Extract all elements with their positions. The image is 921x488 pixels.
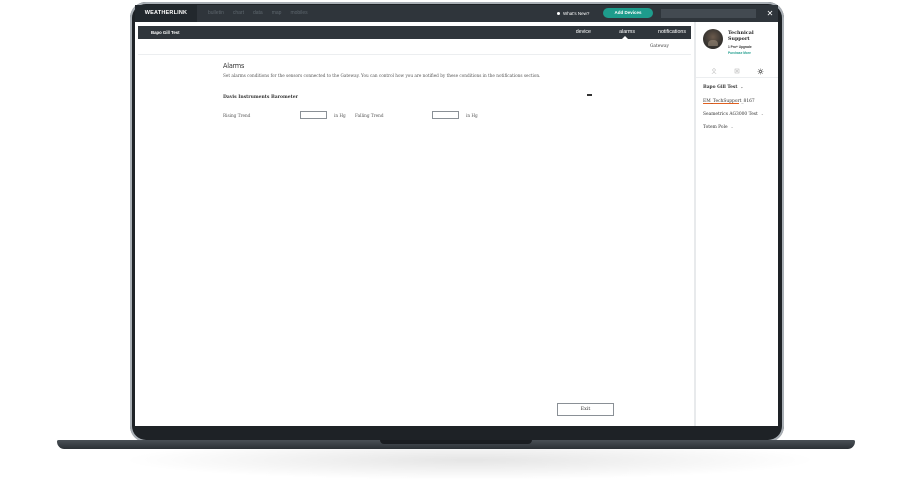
device-label: Seametrics AG3000 Test bbox=[703, 112, 758, 117]
nav-bulletin[interactable]: bulletin bbox=[208, 5, 224, 22]
chevron-down-icon: ⌄ bbox=[740, 85, 744, 89]
whats-new-link[interactable]: What's New? bbox=[557, 5, 589, 22]
main-nav: bulletin chart data map mobiles bbox=[208, 5, 308, 22]
sidebar-tabs bbox=[696, 66, 778, 78]
device-subbar: Bapo Gill Test device alarms notificatio… bbox=[138, 26, 691, 39]
purchase-more-link[interactable]: Purchase More bbox=[728, 51, 751, 55]
device-label: Totem Pole bbox=[703, 125, 728, 130]
rising-trend-label: Rising Trend bbox=[223, 113, 251, 118]
sidebar-tab-station[interactable] bbox=[726, 66, 748, 77]
falling-trend-input[interactable] bbox=[432, 111, 459, 119]
sidebar-device-bapo-gill-test[interactable]: Bapo Gill Test ⌄ bbox=[703, 85, 743, 90]
close-icon[interactable]: ✕ bbox=[764, 5, 776, 22]
divider bbox=[138, 54, 691, 55]
profile-name: Technical Support bbox=[728, 30, 754, 42]
chevron-down-icon: ⌄ bbox=[760, 112, 764, 116]
nav-data[interactable]: data bbox=[253, 5, 263, 22]
app-screen: WEATHERLINK bulletin chart data map mobi… bbox=[135, 5, 778, 426]
top-navigation-bar: WEATHERLINK bulletin chart data map mobi… bbox=[135, 5, 778, 22]
gear-icon bbox=[757, 68, 763, 75]
device-label: Bapo Gill Test bbox=[703, 85, 738, 90]
device-tabs: device alarms notifications bbox=[491, 26, 691, 39]
add-devices-button[interactable]: Add Devices bbox=[603, 8, 653, 18]
search-input[interactable] bbox=[661, 9, 756, 18]
weatherlink-logo[interactable]: WEATHERLINK bbox=[135, 5, 197, 22]
tab-device[interactable]: device bbox=[576, 26, 591, 38]
page-title: Alarms bbox=[223, 61, 245, 70]
collapse-icon[interactable] bbox=[587, 94, 592, 96]
avatar[interactable] bbox=[703, 29, 723, 49]
whats-new-label: What's New? bbox=[563, 11, 590, 16]
gateway-filter[interactable]: Gateway bbox=[650, 44, 669, 49]
nav-map[interactable]: map bbox=[272, 5, 282, 22]
rising-trend-unit: in Hg bbox=[334, 113, 346, 118]
user-icon bbox=[711, 68, 717, 74]
upgrade-status: 1 Pro+ Upgrade bbox=[728, 45, 752, 49]
sensor-title: Davis Instruments Barometer bbox=[223, 95, 298, 100]
rising-trend-input[interactable] bbox=[300, 111, 327, 119]
sidebar-device-totem-pole[interactable]: Totem Pole ⌄ bbox=[703, 125, 734, 130]
device-name: Bapo Gill Test bbox=[151, 30, 180, 35]
sidebar-device-em-techsupport[interactable]: EM_TechSupport_8167 bbox=[703, 99, 755, 104]
active-tab-caret-icon bbox=[622, 36, 628, 39]
divider bbox=[696, 77, 778, 78]
exit-button[interactable]: Exit bbox=[557, 403, 614, 416]
tab-notifications[interactable]: notifications bbox=[658, 26, 686, 38]
falling-trend-unit: in Hg bbox=[466, 113, 478, 118]
nav-mobiles[interactable]: mobiles bbox=[290, 5, 307, 22]
station-icon bbox=[734, 68, 740, 74]
sidebar-device-seametrics[interactable]: Seametrics AG3000 Test ⌄ bbox=[703, 112, 764, 117]
nav-chart[interactable]: chart bbox=[233, 5, 244, 22]
right-sidebar: Technical Support 1 Pro+ Upgrade Purchas… bbox=[696, 22, 778, 426]
info-dot-icon bbox=[557, 12, 560, 16]
page-description: Set alarms conditions for the sensors co… bbox=[223, 73, 541, 78]
laptop-notch bbox=[380, 440, 532, 444]
sidebar-tab-user[interactable] bbox=[703, 66, 725, 77]
chevron-down-icon: ⌄ bbox=[730, 125, 734, 129]
device-label: EM_TechSupport_8167 bbox=[703, 99, 755, 104]
falling-trend-label: Falling Trend bbox=[355, 113, 384, 118]
